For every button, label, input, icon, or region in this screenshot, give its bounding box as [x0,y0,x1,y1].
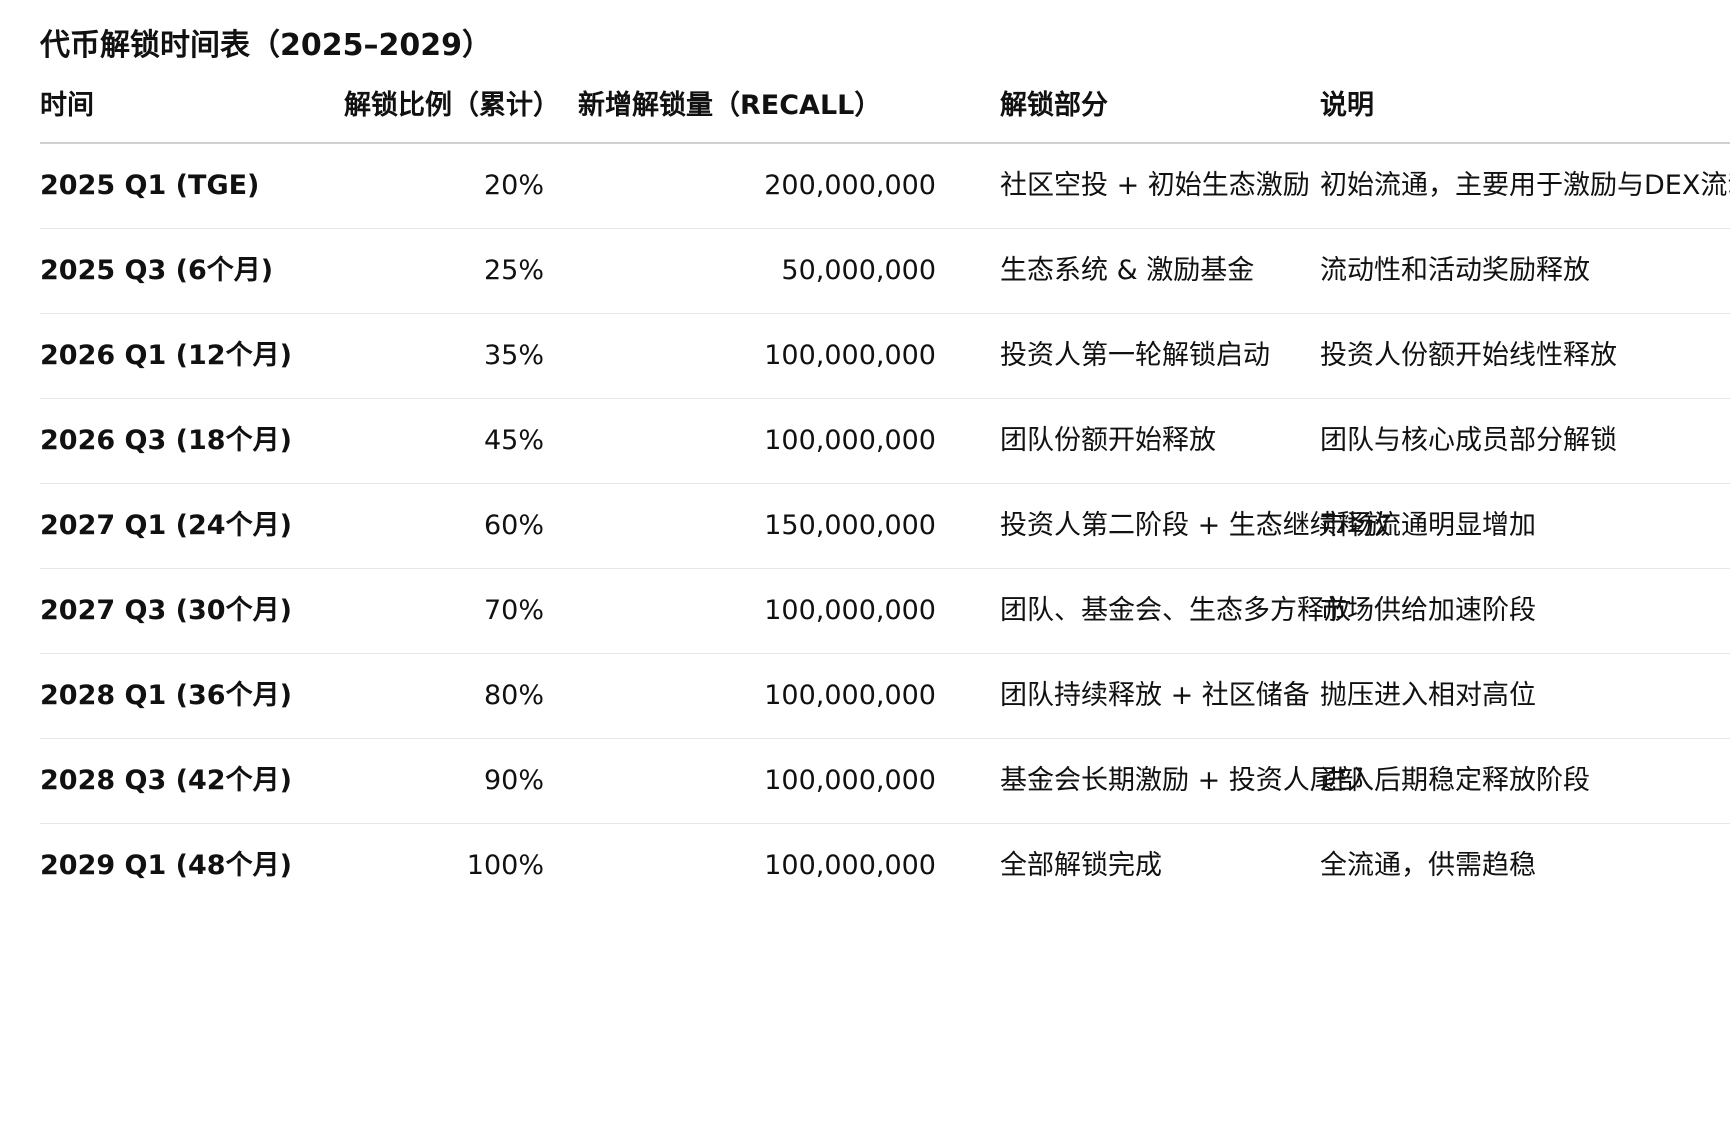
cell-new-unlock-amount: 100,000,000 [544,568,936,654]
cell-note: 全流通，供需趋稳 [1320,850,1536,881]
cell-time: 2028 Q3 (42个月) [40,738,344,824]
cell-unlock-ratio: 80% [344,653,544,739]
cell-new-unlock-amount: 100,000,000 [544,398,936,484]
cell-new-unlock-amount: 200,000,000 [544,143,936,229]
cell-note: 市场流通明显增加 [1320,483,1730,569]
cell-unlock-ratio: 100% [466,850,544,881]
cell-unlock-part: 投资人第一轮解锁启动 [936,313,1320,399]
table-row: 2028 Q1 (36个月) 80% 100,000,000 团队持续释放 + 社区储… [40,653,1730,739]
cell-note: 市场供给加速阶段 [1320,568,1730,654]
cell-unlock-part: 团队份额开始释放 [936,398,1320,484]
column-header-unlock-ratio: 解锁比例（累计） [344,88,560,144]
cell-unlock-part: 投资人第二阶段 + 生态继续释放 [936,483,1391,569]
cell-note: 进入后期稳定释放阶段 [1320,738,1730,824]
cell-unlock-part: 社区空投 + 初始生态激励 [936,143,1320,229]
cell-time: 2026 Q1 (12个月) [40,313,344,399]
cell-unlock-ratio: 25% [344,228,544,314]
table-body: 2025 Q1 (TGE) 20% 200,000,000 社区空投 + 初始生态激励… [40,143,1730,908]
cell-time: 2025 Q1 (TGE) [40,143,344,229]
column-header-note: 说明 [1320,88,1730,144]
column-header-new-unlock-amount: 新增解锁量（RECALL） [544,88,936,144]
table-row: 2027 Q3 (30个月) 70% 100,000,000 团队、基金会、生态多方释… [40,568,1730,654]
table-row: 2025 Q1 (TGE) 20% 200,000,000 社区空投 + 初始生态激励… [40,143,1730,229]
cell-time: 2028 Q1 (36个月) [40,653,344,739]
table-row: 2028 Q3 (42个月) 90% 100,000,000 基金会长期激励 + 投资… [40,738,1730,824]
column-header-time: 时间 [40,88,344,144]
table-header-row: 时间 解锁比例（累计） 新增解锁量（RECALL） 解锁部分 说明 [40,88,1730,144]
cell-unlock-ratio: 35% [344,313,544,399]
cell-note: 流动性和活动奖励释放 [1320,228,1730,314]
cell-unlock-part: 全部解锁完成 [1000,850,1162,881]
table-row: 2026 Q1 (12个月) 35% 100,000,000 投资人第一轮解锁启动 投资… [40,313,1730,399]
cell-note: 团队与核心成员部分解锁 [1320,398,1730,484]
cell-time: 2027 Q3 (30个月) [40,568,344,654]
cell-unlock-ratio: 45% [344,398,544,484]
cell-unlock-part: 生态系统 & 激励基金 [936,228,1320,314]
cell-new-unlock-amount: 100,000,000 [544,313,936,399]
cell-unlock-ratio: 60% [344,483,544,569]
cell-time: 2025 Q3 (6个月) [40,228,344,314]
cell-note: 抛压进入相对高位 [1320,653,1730,739]
table-row: 2029 Q1 (48个月) 100% 100,000,000 全部解锁完成 全流通，供… [40,824,1730,909]
cell-unlock-ratio: 70% [344,568,544,654]
cell-new-unlock-amount: 150,000,000 [544,483,936,569]
column-header-unlock-part: 解锁部分 [936,88,1320,144]
cell-note: 初始流通，主要用于激励与DEX流动性 [1320,143,1730,229]
cell-new-unlock-amount: 50,000,000 [544,228,936,314]
cell-time: 2029 Q1 (48个月) [40,850,292,881]
cell-time: 2027 Q1 (24个月) [40,483,344,569]
table-row: 2025 Q3 (6个月) 25% 50,000,000 生态系统 & 激励基金 流动性… [40,228,1730,314]
cell-unlock-part: 团队持续释放 + 社区储备 [936,653,1320,739]
unlock-schedule-table: 时间 解锁比例（累计） 新增解锁量（RECALL） 解锁部分 说明 2025 Q… [40,88,1730,908]
cell-new-unlock-amount: 100,000,000 [544,738,936,824]
cell-new-unlock-amount: 100,000,000 [764,850,936,881]
table-row: 2026 Q3 (18个月) 45% 100,000,000 团队份额开始释放 团队与核… [40,398,1730,484]
table-row: 2027 Q1 (24个月) 60% 150,000,000 投资人第二阶段 + 生态… [40,483,1730,569]
cell-unlock-ratio: 90% [344,738,544,824]
cell-unlock-part: 团队、基金会、生态多方释放 [936,568,1351,654]
page-title: 代币解锁时间表（2025–2029） [40,28,492,63]
cell-new-unlock-amount: 100,000,000 [544,653,936,739]
cell-note: 投资人份额开始线性释放 [1320,313,1730,399]
cell-unlock-part: 基金会长期激励 + 投资人尾部 [936,738,1364,824]
cell-unlock-ratio: 20% [344,143,544,229]
cell-time: 2026 Q3 (18个月) [40,398,344,484]
